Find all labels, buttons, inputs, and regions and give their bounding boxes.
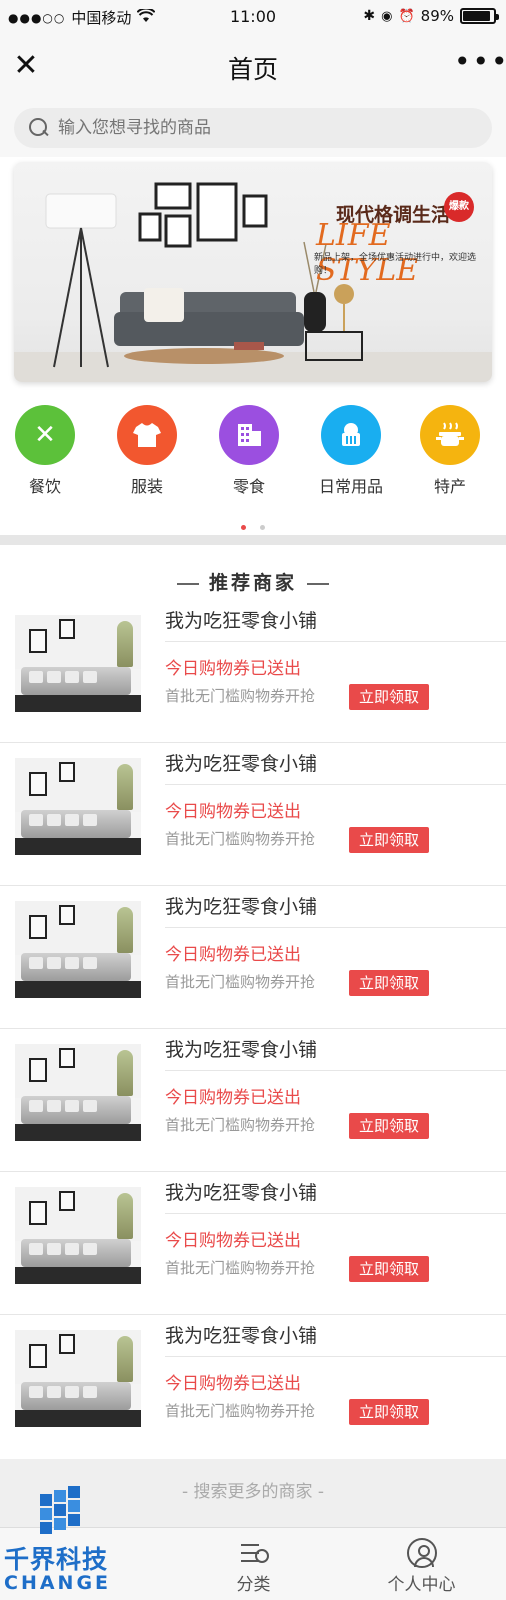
fork-knife-icon: ✕: [15, 405, 75, 465]
basket-icon: [321, 405, 381, 465]
merchant-image: [15, 758, 141, 855]
banner-subtitle: 新品上架，全场优惠活动进行中，欢迎选购！: [314, 253, 477, 276]
merchant-list: 我为吃狂零食小铺 今日购物券已送出 首批无门槛购物券开抢 立即领取 我为吃狂零食…: [0, 600, 506, 1458]
merchant-row[interactable]: 我为吃狂零食小铺 今日购物券已送出 首批无门槛购物券开抢 立即领取: [0, 1029, 506, 1172]
category-label: 日常用品: [318, 477, 383, 496]
merchant-name[interactable]: 我为吃狂零食小铺: [165, 749, 317, 776]
shirt-icon: [117, 405, 177, 465]
claim-button[interactable]: 立即领取: [349, 1399, 429, 1425]
merchant-image: [15, 615, 141, 712]
banner-carousel[interactable]: 现代格调生活 LIFE STYLE 新品上架，全场优惠活动进行中，欢迎选购！ 爆…: [14, 162, 492, 382]
merchant-row[interactable]: 我为吃狂零食小铺 今日购物券已送出 首批无门槛购物券开抢 立即领取: [0, 743, 506, 886]
merchant-desc: 首批无门槛购物券开抢: [165, 973, 316, 991]
user-icon: [406, 1538, 437, 1568]
search-area: [0, 102, 506, 157]
merchant-name[interactable]: 我为吃狂零食小铺: [165, 1035, 317, 1062]
banner-badge: 爆款: [444, 192, 474, 222]
divider: [165, 1356, 506, 1357]
list-search-icon: [239, 1538, 269, 1568]
category-item-clothing[interactable]: 服装: [97, 405, 197, 497]
lock-rotation-icon: ◉: [381, 8, 393, 24]
merchant-desc: 首批无门槛购物券开抢: [165, 830, 316, 848]
battery-fill: [463, 11, 490, 21]
alarm-icon: ⏰: [398, 8, 415, 24]
merchant-image: [15, 1187, 141, 1284]
merchant-row[interactable]: 我为吃狂零食小铺 今日购物券已送出 首批无门槛购物券开抢 立即领取: [0, 1172, 506, 1315]
tab-category[interactable]: 分类: [169, 1528, 338, 1600]
merchant-image: [15, 901, 141, 998]
more-icon[interactable]: •••: [454, 46, 506, 78]
category-grid: ✕ 餐饮 服装 零食 日常用品 特产: [0, 405, 506, 505]
category-item-daily[interactable]: 日常用品: [301, 405, 401, 497]
merchant-name[interactable]: 我为吃狂零食小铺: [165, 1321, 317, 1348]
indicator-dot-active[interactable]: [241, 525, 247, 530]
merchant-name[interactable]: 我为吃狂零食小铺: [165, 1178, 317, 1205]
tab-profile[interactable]: 个人中心: [337, 1528, 506, 1600]
battery-icon: [460, 8, 499, 24]
section-title: 推荐商家: [0, 568, 506, 595]
merchant-promo: 今日购物券已送出: [165, 1088, 301, 1108]
claim-button[interactable]: 立即领取: [349, 684, 429, 710]
claim-button[interactable]: 立即领取: [349, 827, 429, 853]
merchant-name[interactable]: 我为吃狂零食小铺: [165, 606, 317, 633]
watermark-text: 千界科技: [4, 1545, 109, 1574]
divider: [165, 927, 506, 928]
tab-label: 个人中心: [387, 1575, 456, 1595]
divider: [165, 784, 506, 785]
status-right: ✱ ◉ ⏰ 89%: [363, 7, 499, 25]
section-divider: [0, 535, 506, 545]
merchant-promo: 今日购物券已送出: [165, 659, 301, 679]
bluetooth-icon: ✱: [363, 8, 376, 24]
merchant-promo: 今日购物券已送出: [165, 802, 301, 822]
category-item-dining[interactable]: ✕ 餐饮: [0, 405, 95, 497]
merchant-desc: 首批无门槛购物券开抢: [165, 687, 316, 705]
claim-button[interactable]: 立即领取: [349, 970, 429, 996]
merchant-image: [15, 1330, 141, 1427]
indicator-dot[interactable]: [259, 525, 265, 530]
nav-bar: ✕ 首页 •••: [0, 32, 506, 102]
category-label: 餐饮: [28, 477, 61, 496]
merchant-row[interactable]: 我为吃狂零食小铺 今日购物券已送出 首批无门槛购物券开抢 立即领取: [0, 886, 506, 1029]
divider: [165, 1070, 506, 1071]
category-label: 服装: [130, 477, 163, 496]
category-item-snacks[interactable]: 零食: [199, 405, 299, 497]
watermark-sub: CHANGE: [4, 1572, 112, 1594]
page-title: 首页: [227, 55, 278, 84]
merchant-name[interactable]: 我为吃狂零食小铺: [165, 892, 317, 919]
divider: [165, 1213, 506, 1214]
merchant-row[interactable]: 我为吃狂零食小铺 今日购物券已送出 首批无门槛购物券开抢 立即领取: [0, 1315, 506, 1458]
claim-button[interactable]: 立即领取: [349, 1113, 429, 1139]
search-box[interactable]: [14, 108, 492, 148]
pot-icon: [420, 405, 480, 465]
divider: [165, 641, 506, 642]
search-icon: [28, 117, 50, 139]
watermark-logo: 千界科技 CHANGE: [2, 1480, 130, 1598]
category-item-specialty[interactable]: 特产: [400, 405, 500, 497]
tab-label: 分类: [236, 1575, 271, 1595]
battery-percent: 89%: [420, 7, 454, 25]
status-bar: ●●●○○ 中国移动 11:00 ✱ ◉ ⏰ 89%: [0, 0, 506, 32]
merchant-desc: 首批无门槛购物券开抢: [165, 1402, 316, 1420]
merchant-promo: 今日购物券已送出: [165, 1374, 301, 1394]
merchant-image: [15, 1044, 141, 1141]
merchant-desc: 首批无门槛购物券开抢: [165, 1116, 316, 1134]
merchant-promo: 今日购物券已送出: [165, 945, 301, 965]
merchant-desc: 首批无门槛购物券开抢: [165, 1259, 316, 1277]
merchant-promo: 今日购物券已送出: [165, 1231, 301, 1251]
logo-grid-icon: [40, 1486, 92, 1534]
building-icon: [219, 405, 279, 465]
carousel-indicator: [0, 515, 506, 534]
search-input[interactable]: [58, 118, 458, 138]
merchant-row[interactable]: 我为吃狂零食小铺 今日购物券已送出 首批无门槛购物券开抢 立即领取: [0, 600, 506, 743]
category-label: 零食: [232, 477, 265, 496]
category-label: 特产: [433, 477, 466, 496]
claim-button[interactable]: 立即领取: [349, 1256, 429, 1282]
